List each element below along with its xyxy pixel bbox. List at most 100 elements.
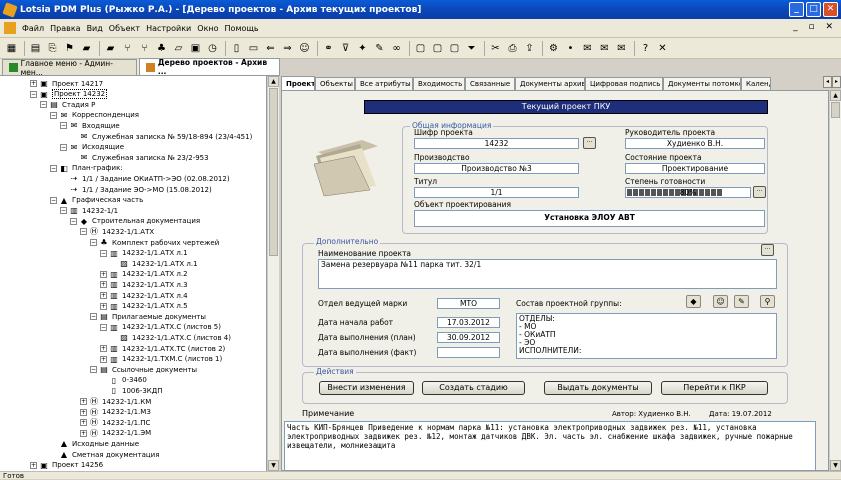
tab-0[interactable]: Проект xyxy=(281,76,315,90)
tree-node[interactable]: + ▣ Проект 14256 xyxy=(30,460,103,471)
tab-8[interactable]: Календ. xyxy=(741,77,771,90)
tree-node[interactable]: ▨ 14232-1/1.АТХ л.1 xyxy=(110,258,197,269)
dept-field[interactable]: МТО xyxy=(437,298,500,309)
mail2-icon[interactable]: ✉ xyxy=(597,41,612,56)
tree-node[interactable]: − ✉ Корреспонденция xyxy=(50,110,139,121)
collapse-icon[interactable]: − xyxy=(100,323,107,331)
tab-7[interactable]: Документы потомков xyxy=(663,77,741,90)
production-field[interactable]: Производство №3 xyxy=(414,163,579,174)
tab-2[interactable]: Все атрибуты xyxy=(355,77,413,90)
collapse-icon[interactable]: − xyxy=(50,196,57,204)
mail3-icon[interactable]: ✉ xyxy=(614,41,629,56)
collapse-icon[interactable]: − xyxy=(30,90,37,98)
tree-node[interactable]: − ♣ Комплект рабочих чертежей xyxy=(90,237,219,248)
doc-icon[interactable]: ▯ xyxy=(229,41,244,56)
tree-node[interactable]: + ▥ 14232-1/1.ТХМ.С (листов 1) xyxy=(100,354,222,365)
tree-node[interactable]: + ▥ 14232-1/1.АТХ.ТС (листов 2) xyxy=(100,343,225,354)
square3-icon[interactable]: ▢ xyxy=(447,41,462,56)
collapse-icon[interactable]: − xyxy=(60,207,67,215)
fact-date-field[interactable] xyxy=(437,347,500,358)
expand-icon[interactable]: + xyxy=(80,398,87,405)
project-name-button[interactable]: ··· xyxy=(761,244,774,256)
team-field[interactable]: ОТДЕЛЫ: - МО - ОКиАТП - ЭО ИСПОЛНИТЕЛИ: xyxy=(516,313,777,359)
menu-item[interactable]: Окно xyxy=(197,24,218,33)
edit-button[interactable]: Внести изменения xyxy=(319,381,414,395)
tree-node[interactable]: + Ⓗ 14232-1/1.КМ xyxy=(80,396,151,407)
panel-scrollbar[interactable]: ▲ ▼ xyxy=(829,90,841,471)
cipher-field[interactable]: 14232 xyxy=(414,138,579,149)
tree-node[interactable]: ✉ Служебная записка № 23/2-953 xyxy=(70,152,209,163)
collapse-icon[interactable]: − xyxy=(50,164,57,172)
tree-node[interactable]: ▨ 14232-1/1.АТХ.С (листов 4) xyxy=(110,332,231,343)
tree-node[interactable]: ▯ 0-3460 xyxy=(100,375,147,386)
expand-icon[interactable]: + xyxy=(80,408,87,416)
mdi-controls[interactable]: _ ▫ ✕ xyxy=(793,22,837,32)
table-icon[interactable]: ▤ xyxy=(28,41,43,56)
expand-icon[interactable]: + xyxy=(100,345,107,352)
expand-icon[interactable]: + xyxy=(100,302,107,310)
tab-6[interactable]: Цифровая подпись xyxy=(585,77,663,90)
maximize-button[interactable]: □ xyxy=(806,2,821,17)
tree-node[interactable]: ⇢ 1/1 / Задание ЭО->МО (15.08.2012) xyxy=(60,184,212,195)
project-tree[interactable]: + ▣ Проект 14217− ▣ Проект 14232− ▤ Стадия Р − ✉… xyxy=(0,76,267,471)
collapse-icon[interactable]: − xyxy=(60,143,67,151)
star-icon[interactable]: ✦ xyxy=(355,41,370,56)
tree-icon[interactable]: ♣ xyxy=(154,41,169,56)
settings-icon[interactable]: ⚙ xyxy=(546,41,561,56)
image-icon[interactable]: ▣ xyxy=(188,41,203,56)
tab-4[interactable]: Связанные xyxy=(465,77,515,90)
menu-item[interactable]: Вид xyxy=(87,24,103,33)
filter-icon[interactable]: ⊽ xyxy=(338,41,353,56)
copy-icon[interactable]: ⎘ xyxy=(45,41,60,56)
tree-node[interactable]: + ▣ Проект 14217 xyxy=(30,78,103,89)
tree-node[interactable]: ⇢ 1/1 / Задание ОКиАТП->ЭО (02.08.2012) xyxy=(60,173,230,184)
note-field[interactable]: Часть КИП-Брянцев Приведение к нормам па… xyxy=(284,421,816,470)
tree-node[interactable]: + ▥ 14232-1/1.АТХ л.4 xyxy=(100,290,188,301)
object-field[interactable]: Установка ЭЛОУ АВТ xyxy=(414,210,765,227)
tree-node[interactable]: + ▥ 14232-1/1.АТХ л.2 xyxy=(100,269,188,280)
tab-right-icon[interactable]: ▸ xyxy=(832,76,841,88)
link-icon[interactable]: ⚭ xyxy=(321,41,336,56)
tree-node[interactable]: − ◧ План-график: xyxy=(50,163,123,174)
close-button[interactable]: ✕ xyxy=(823,2,838,17)
tree-node[interactable]: − ▥ 14232-1/1.АТХ.С (листов 5) xyxy=(100,322,221,333)
tree-node[interactable]: ▲ Сметная документация xyxy=(50,449,159,460)
tab-scroll-arrows[interactable]: ◂ ▸ xyxy=(823,76,841,88)
tab-main-menu[interactable]: Главное меню - Админ-мен... xyxy=(2,59,138,77)
tree-node[interactable]: − ▥ 14232-1/1.АТХ л.1 xyxy=(100,248,188,259)
square-icon[interactable]: ▢ xyxy=(413,41,428,56)
tree-node[interactable]: ✉ Служебная записка № 59/18-894 (23/4-451… xyxy=(70,131,253,142)
collapse-icon[interactable]: − xyxy=(40,101,47,109)
readiness-browse-button[interactable]: ··· xyxy=(753,186,766,198)
expand-icon[interactable]: + xyxy=(30,461,37,469)
collapse-icon[interactable]: − xyxy=(80,228,87,236)
mail-icon[interactable]: ✉ xyxy=(580,41,595,56)
menu-item[interactable]: Настройки xyxy=(146,24,191,33)
tab-left-icon[interactable]: ◂ xyxy=(823,76,832,88)
tab-5[interactable]: Документы архива xyxy=(515,77,585,90)
tree-node[interactable]: − ◆ Строительная документация xyxy=(70,216,200,227)
grid-icon[interactable]: ▦ xyxy=(4,41,19,56)
square2-icon[interactable]: ▢ xyxy=(430,41,445,56)
team-search-icon[interactable]: ⚲ xyxy=(760,295,775,308)
folder-icon[interactable]: ▰ xyxy=(79,41,94,56)
user-icon[interactable]: ☺ xyxy=(297,41,312,56)
tree-node[interactable]: − ✉ Исходящие xyxy=(60,142,124,153)
collapse-icon[interactable]: − xyxy=(90,313,97,321)
project-name-field[interactable]: Замена резервуара №11 парка тит. 32/1 xyxy=(318,259,777,289)
menu-item[interactable]: Правка xyxy=(50,24,80,33)
expand-icon[interactable]: + xyxy=(100,292,107,299)
issue-documents-button[interactable]: Выдать документы xyxy=(544,381,652,395)
collapse-icon[interactable]: − xyxy=(60,122,67,130)
folder-open-icon[interactable]: ▱ xyxy=(171,41,186,56)
document-icon[interactable] xyxy=(4,22,16,34)
expand-icon[interactable]: + xyxy=(100,281,107,289)
tree-node[interactable]: − ▤ Прилагаемые документы xyxy=(90,311,206,322)
tab-project-tree[interactable]: Дерево проектов - Архив ... xyxy=(139,58,280,76)
tree-node[interactable]: + ▥ 14232-1/1.АТХ л.3 xyxy=(100,279,188,290)
goto-pkr-button[interactable]: Перейти к ПКР xyxy=(661,381,768,395)
collapse-icon[interactable]: − xyxy=(50,111,57,119)
expand-icon[interactable]: + xyxy=(100,355,107,363)
tree-node[interactable]: ▲ Исходные данные xyxy=(50,438,139,449)
tree-scrollbar[interactable]: ▲ ▼ xyxy=(267,76,279,471)
